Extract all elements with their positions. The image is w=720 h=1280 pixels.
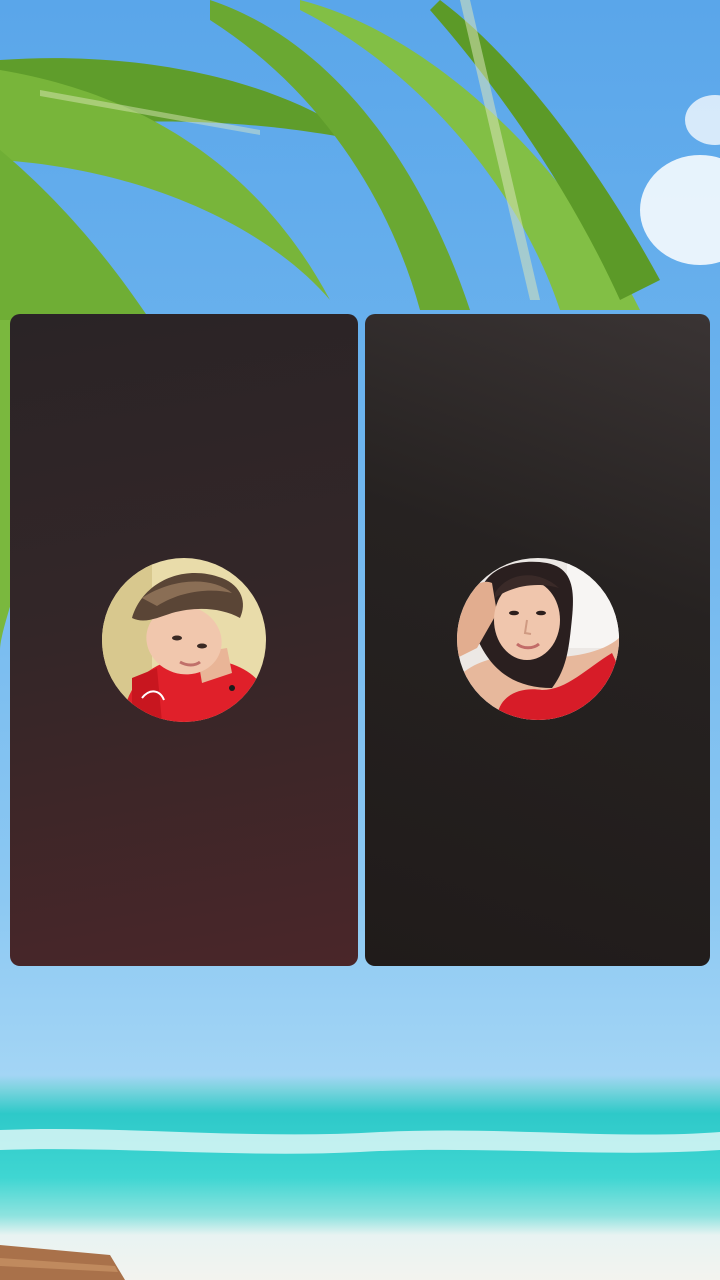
user-avatar-red-shirt-icon[interactable] (102, 558, 266, 722)
participant-tile-left[interactable] (10, 314, 358, 966)
user-avatar-red-top-icon[interactable] (457, 558, 619, 720)
participant-tile-right[interactable] (365, 314, 710, 966)
video-call-screen (0, 0, 720, 1280)
